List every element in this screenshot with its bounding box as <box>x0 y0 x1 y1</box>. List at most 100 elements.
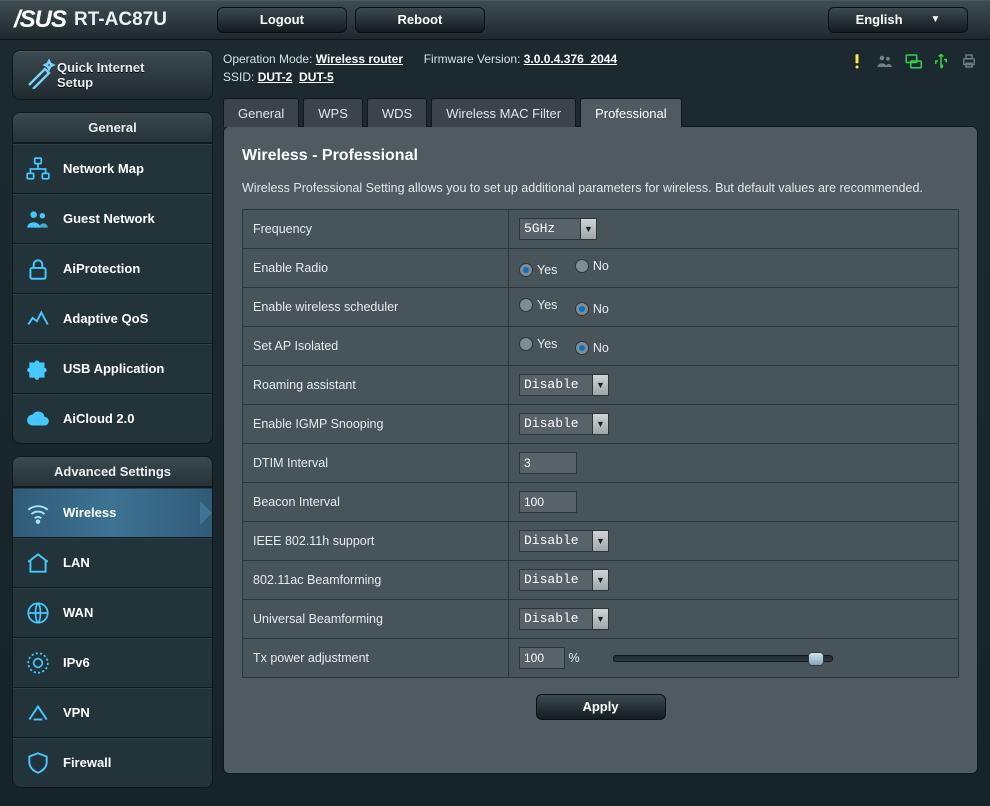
sidebar-item-label: LAN <box>63 555 90 570</box>
radio-enable-radio-yes[interactable] <box>519 263 533 277</box>
chevron-down-icon[interactable]: ▼ <box>593 608 609 630</box>
sidebar-item-firewall[interactable]: Firewall <box>13 737 212 787</box>
sidebar-item-guest-network[interactable]: Guest Network <box>13 193 212 243</box>
input-txpower[interactable] <box>519 647 565 669</box>
select-roaming[interactable]: Disable <box>519 374 593 396</box>
sidebar-item-wan[interactable]: WAN <box>13 587 212 637</box>
op-mode-link[interactable]: Wireless router <box>316 52 403 66</box>
sidebar-item-aiprotection[interactable]: AiProtection <box>13 243 212 293</box>
slider-txpower[interactable] <box>613 655 833 662</box>
chevron-down-icon[interactable]: ▼ <box>581 218 597 240</box>
label-beamforming-ac: 802.11ac Beamforming <box>243 561 509 600</box>
network-status-icon[interactable] <box>904 52 922 70</box>
ssid2-link[interactable]: DUT-5 <box>299 70 334 84</box>
home-icon <box>25 550 63 576</box>
sidebar-advanced-title: Advanced Settings <box>13 457 212 487</box>
label-ieee80211h: IEEE 802.11h support <box>243 522 509 561</box>
sidebar-item-usb-application[interactable]: USB Application <box>13 343 212 393</box>
guest-network-icon <box>25 206 63 232</box>
input-beacon[interactable] <box>519 491 577 513</box>
tab-general[interactable]: General <box>223 98 299 127</box>
tab-wds[interactable]: WDS <box>367 98 427 127</box>
sidebar-item-label: AiProtection <box>63 261 140 276</box>
content-card: Wireless - Professional Wireless Profess… <box>223 126 978 774</box>
logout-button[interactable]: Logout <box>217 7 347 33</box>
quick-line2: Setup <box>57 75 93 90</box>
page-description: Wireless Professional Setting allows you… <box>242 181 959 195</box>
lock-icon <box>25 256 63 282</box>
select-frequency[interactable]: 5GHz <box>519 218 581 240</box>
sidebar-item-label: Guest Network <box>63 211 155 226</box>
users-icon[interactable] <box>876 52 894 70</box>
brand-logo: /SUS <box>14 6 66 34</box>
label-frequency: Frequency <box>243 210 509 249</box>
tab-mac-filter[interactable]: Wireless MAC Filter <box>431 98 576 127</box>
label-igmp: Enable IGMP Snooping <box>243 405 509 444</box>
select-beamforming-ac[interactable]: Disable <box>519 569 593 591</box>
reboot-button[interactable]: Reboot <box>355 7 485 33</box>
ssid1-link[interactable]: DUT-2 <box>258 70 293 84</box>
sidebar-item-adaptive-qos[interactable]: Adaptive QoS <box>13 293 212 343</box>
sidebar-item-lan[interactable]: LAN <box>13 537 212 587</box>
sidebar-item-label: IPv6 <box>63 655 90 670</box>
network-map-icon <box>25 156 63 182</box>
sidebar-item-label: WAN <box>63 605 93 620</box>
sidebar-item-label: AiCloud 2.0 <box>63 411 135 426</box>
alert-icon[interactable] <box>848 52 866 70</box>
chevron-down-icon[interactable]: ▼ <box>593 530 609 552</box>
fw-link[interactable]: 3.0.0.4.376_2044 <box>524 52 617 66</box>
label-enable-radio: Enable Radio <box>243 249 509 288</box>
chevron-down-icon: ▼ <box>931 8 941 32</box>
sidebar-general-panel: General Network Map Guest Network AiProt… <box>12 112 213 444</box>
usb-icon[interactable] <box>932 52 950 70</box>
chevron-down-icon[interactable]: ▼ <box>593 374 609 396</box>
label-roaming: Roaming assistant <box>243 366 509 405</box>
chevron-down-icon[interactable]: ▼ <box>593 569 609 591</box>
op-mode-label: Operation Mode: <box>223 52 312 66</box>
sidebar-item-wireless[interactable]: Wireless <box>13 487 212 537</box>
puzzle-icon <box>25 356 63 382</box>
sidebar-advanced-panel: Advanced Settings Wireless LAN WAN IPv6 … <box>12 456 213 788</box>
sidebar-item-label: USB Application <box>63 361 164 376</box>
page-title: Wireless - Professional <box>242 147 959 165</box>
label-beacon: Beacon Interval <box>243 483 509 522</box>
apply-button[interactable]: Apply <box>536 694 666 720</box>
label-dtim: DTIM Interval <box>243 444 509 483</box>
radio-ap-isolated-yes[interactable] <box>519 337 533 351</box>
tab-professional[interactable]: Professional <box>580 98 682 127</box>
cloud-icon <box>25 406 63 432</box>
ipv6-icon <box>25 650 63 676</box>
radio-scheduler-no[interactable] <box>575 302 589 316</box>
sidebar-item-aicloud[interactable]: AiCloud 2.0 <box>13 393 212 443</box>
wifi-icon <box>25 500 63 526</box>
chevron-down-icon[interactable]: ▼ <box>593 413 609 435</box>
sidebar-item-label: VPN <box>63 705 90 720</box>
fw-label: Firmware Version: <box>424 52 521 66</box>
radio-enable-radio-no[interactable] <box>575 259 589 273</box>
radio-ap-isolated-no[interactable] <box>575 341 589 355</box>
sidebar-general-title: General <box>13 113 212 143</box>
printer-icon[interactable] <box>960 52 978 70</box>
qos-icon <box>25 306 63 332</box>
settings-table: Frequency 5GHz▼ Enable Radio Yes No Enab… <box>242 209 959 678</box>
sidebar-item-label: Wireless <box>63 505 116 520</box>
sidebar-item-ipv6[interactable]: IPv6 <box>13 637 212 687</box>
sidebar-item-network-map[interactable]: Network Map <box>13 143 212 193</box>
tab-wps[interactable]: WPS <box>303 98 363 127</box>
radio-scheduler-yes[interactable] <box>519 298 533 312</box>
sidebar-item-label: Network Map <box>63 161 144 176</box>
select-beamforming-uni[interactable]: Disable <box>519 608 593 630</box>
label-ap-isolated: Set AP Isolated <box>243 327 509 366</box>
label-beamforming-uni: Universal Beamforming <box>243 600 509 639</box>
sidebar-item-vpn[interactable]: VPN <box>13 687 212 737</box>
model-name: RT-AC87U <box>74 9 167 31</box>
ssid-label: SSID: <box>223 70 254 84</box>
globe-icon <box>25 600 63 626</box>
select-ieee80211h[interactable]: Disable <box>519 530 593 552</box>
select-igmp[interactable]: Disable <box>519 413 593 435</box>
top-bar: /SUS RT-AC87U Logout Reboot English ▼ <box>0 0 990 40</box>
input-dtim[interactable] <box>519 452 577 474</box>
quick-internet-setup-button[interactable]: Quick Internet Setup <box>12 50 213 100</box>
language-dropdown[interactable]: English ▼ <box>828 7 968 33</box>
wand-icon <box>25 57 57 94</box>
